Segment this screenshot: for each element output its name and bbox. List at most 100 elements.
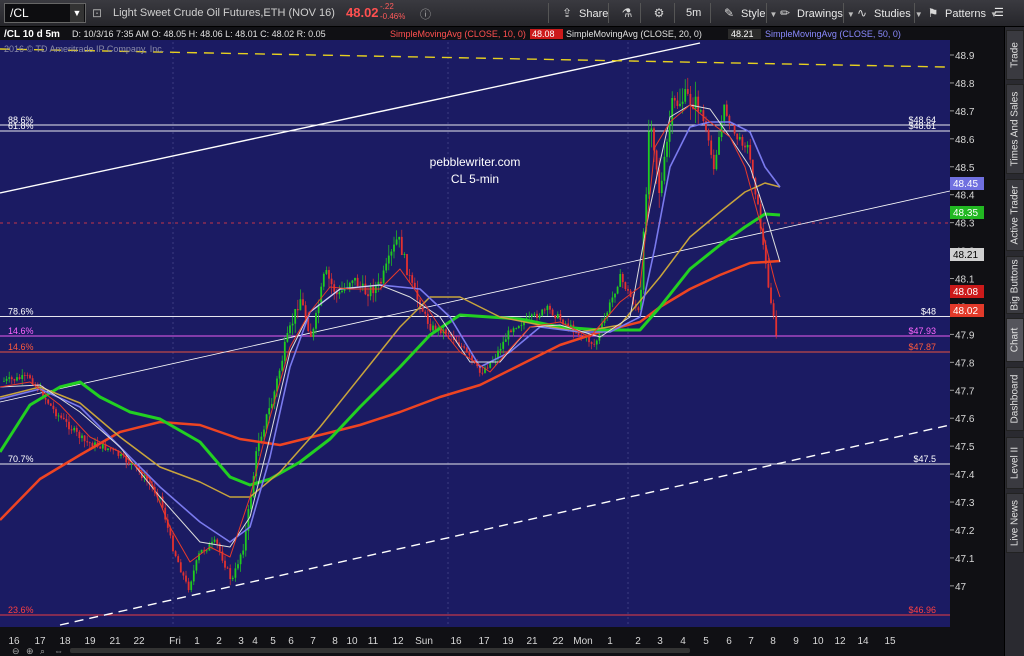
- sma10-legend-label: SimpleMovingAvg (CLOSE, 10, 0): [390, 29, 526, 39]
- candle-body: [744, 145, 746, 148]
- symbol-dropdown-icon[interactable]: ▼: [70, 4, 84, 22]
- price-tick-label: 47: [955, 582, 967, 593]
- candle-body: [504, 339, 507, 342]
- sma10-legend-value: 48.08: [532, 29, 555, 39]
- candle-body: [460, 345, 463, 347]
- candle-body: [590, 342, 593, 344]
- candle-body: [772, 303, 775, 316]
- candle-body: [237, 564, 239, 569]
- candle-body: [78, 431, 81, 439]
- candle-body: [62, 417, 65, 419]
- share-button[interactable]: ⇪ Share: [560, 2, 608, 24]
- share-label: Share: [579, 8, 609, 20]
- fib-level-right-label: $47.87: [908, 342, 936, 352]
- drawings-button[interactable]: ✏ Drawings ▼: [778, 2, 855, 24]
- time-tick-label: 12: [392, 636, 404, 647]
- info-icon[interactable]: ⓘ: [420, 6, 431, 22]
- watermark-caption: CL 5-min: [451, 172, 499, 186]
- style-button[interactable]: ✎ Style ▼: [722, 2, 777, 24]
- candle-body: [367, 294, 369, 297]
- time-tick-label: 17: [478, 636, 490, 647]
- time-tick-label: 9: [793, 636, 799, 647]
- sidebar-tab-times-and-sales[interactable]: Times And Sales: [1006, 84, 1024, 174]
- candle-body: [593, 343, 596, 345]
- sidebar-tab-big-buttons[interactable]: Big Buttons: [1006, 256, 1024, 314]
- fib-level-right-label: $47.5: [913, 454, 936, 464]
- price-tick-label: 47.3: [955, 498, 975, 509]
- fit-icon[interactable]: ⇔: [54, 646, 63, 656]
- candle-body: [250, 497, 252, 510]
- chart-symbol-period: /CL 10 d 5m: [4, 29, 60, 40]
- candle-body: [185, 575, 187, 582]
- candle-body: [83, 435, 86, 442]
- candle-body: [666, 141, 668, 157]
- candle-body: [580, 334, 583, 336]
- candle-body: [99, 446, 102, 449]
- toolbar-separator: [674, 3, 675, 23]
- price-tick-label: 48.8: [955, 79, 975, 90]
- candle-body: [299, 299, 302, 311]
- candle-body: [465, 347, 468, 353]
- candle-body: [767, 263, 770, 288]
- candle-body: [429, 323, 432, 331]
- studies-button[interactable]: ∿ Studies ▼: [855, 2, 923, 24]
- candle-body: [445, 329, 447, 334]
- candle-body: [499, 348, 502, 351]
- fib-level-left-label: 14.6%: [8, 342, 34, 352]
- chart-area[interactable]: 48.948.848.748.648.548.448.348.248.14847…: [0, 27, 1004, 656]
- price-chart[interactable]: 48.948.848.748.648.548.448.348.248.14847…: [0, 27, 1004, 656]
- right-sidebar: Trade Times And Sales Active Trader Big But…: [1004, 27, 1024, 656]
- candle-body: [86, 441, 89, 443]
- candle-body: [195, 560, 198, 571]
- sidebar-tab-active-trader[interactable]: Active Trader: [1006, 179, 1024, 251]
- flask-button[interactable]: ⚗: [620, 2, 639, 24]
- candle-body: [551, 309, 554, 316]
- horizontal-scrollbar[interactable]: [70, 648, 690, 653]
- candle-body: [749, 144, 752, 160]
- price-tick-label: 48.6: [955, 135, 975, 146]
- candle-body: [393, 244, 395, 252]
- price-badge-value: 48.35: [953, 208, 978, 219]
- candle-body: [127, 462, 130, 465]
- 5m-button[interactable]: 5m: [686, 2, 701, 24]
- candle-body: [29, 375, 31, 379]
- candle-body: [161, 496, 164, 508]
- sidebar-tab-level-ii[interactable]: Level II: [1006, 437, 1024, 489]
- candle-body: [177, 556, 180, 563]
- candle-body: [502, 341, 505, 349]
- zoom-in-icon[interactable]: ⊕: [26, 646, 34, 656]
- sidebar-tab-live-news[interactable]: Live News: [1006, 493, 1024, 553]
- lock-icon[interactable]: ⊡: [92, 6, 102, 20]
- candle-body: [369, 286, 372, 297]
- magnifier-icon[interactable]: ⌕: [40, 646, 45, 656]
- candle-body: [8, 377, 11, 379]
- sidebar-tab-chart[interactable]: Chart: [1006, 318, 1024, 362]
- patterns-button[interactable]: ⚑ Patterns ▼: [926, 2, 998, 24]
- candle-body: [179, 562, 182, 573]
- time-tick-label: 5: [703, 636, 709, 647]
- flask-icon: ⚗: [621, 6, 633, 20]
- time-tick-label: 10: [346, 636, 358, 647]
- sidebar-tab-dashboard[interactable]: Dashboard: [1006, 367, 1024, 431]
- candle-body: [595, 340, 598, 345]
- candle-body: [192, 570, 195, 582]
- patterns-icon: ⚑: [927, 6, 939, 20]
- sidebar-tab-trade[interactable]: Trade: [1006, 30, 1024, 80]
- menu-icon[interactable]: ☰: [994, 2, 1004, 24]
- candle-body: [182, 572, 185, 576]
- candle-body: [187, 581, 190, 591]
- candle-body: [616, 286, 619, 294]
- candle-body: [322, 273, 325, 287]
- candle-body: [637, 307, 640, 311]
- gear-button[interactable]: ⚙: [652, 2, 671, 24]
- time-tick-label: 21: [526, 636, 538, 647]
- candle-body: [718, 137, 720, 155]
- candle-body: [723, 104, 726, 122]
- candle-body: [486, 367, 489, 369]
- candle-body: [16, 377, 18, 381]
- candle-body: [507, 330, 510, 340]
- candle-body: [530, 314, 533, 317]
- chevron-down-icon: ▼: [914, 10, 923, 19]
- zoom-out-icon[interactable]: ⊖: [12, 646, 20, 656]
- fib-level-right-label: $48: [921, 307, 936, 317]
